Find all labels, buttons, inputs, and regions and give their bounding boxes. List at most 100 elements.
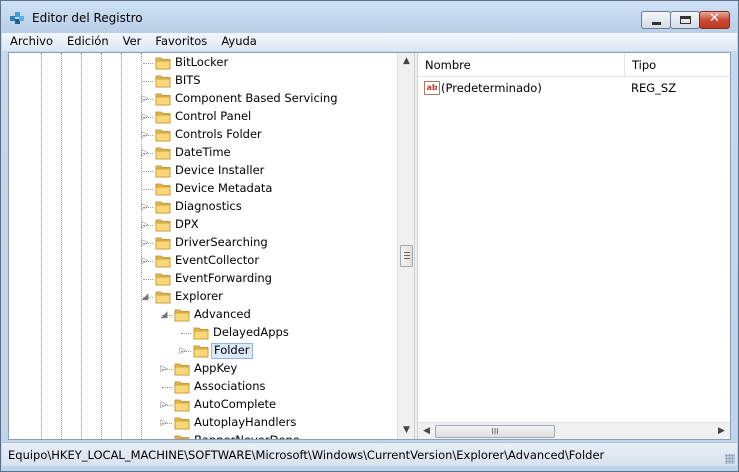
expand-arrow-icon[interactable]: ▷ (178, 345, 188, 357)
folder-icon (155, 163, 171, 178)
tree-item-label: Advanced (194, 307, 251, 321)
tree-item-label: Folder (211, 343, 253, 359)
menu-ver[interactable]: Ver (115, 33, 148, 51)
folder-icon (155, 271, 171, 286)
expand-arrow-icon[interactable]: ▷ (159, 417, 169, 429)
minimize-button[interactable] (641, 11, 671, 29)
tree-item-bitlocker[interactable]: BitLocker (9, 54, 399, 72)
tree-item-label: Diagnostics (175, 199, 242, 213)
tree-item-delayedapps[interactable]: DelayedApps (9, 324, 399, 342)
value-type: REG_SZ (631, 81, 677, 95)
folder-icon (155, 181, 171, 196)
tree-item-label: DPX (175, 217, 199, 231)
tree-item-label: Controls Folder (175, 127, 262, 141)
resize-grip-icon[interactable] (725, 454, 735, 464)
folder-icon (155, 73, 171, 88)
registry-editor-window: Editor del Registro ✕ Archivo Edición Ve… (0, 0, 739, 472)
expand-arrow-icon[interactable]: ▷ (140, 237, 150, 249)
tree-item-explorer[interactable]: ◢ Explorer (9, 288, 399, 306)
tree-item-folder[interactable]: ▷ Folder (9, 342, 399, 360)
maximize-button[interactable] (670, 11, 700, 29)
value-name: (Predeterminado) (441, 81, 542, 95)
expand-arrow-icon[interactable]: ▷ (140, 219, 150, 231)
expand-arrow-icon[interactable]: ▷ (140, 129, 150, 141)
status-path: Equipo\HKEY_LOCAL_MACHINE\SOFTWARE\Micro… (8, 448, 605, 462)
tree-item-diagnostics[interactable]: ▷ Diagnostics (9, 198, 399, 216)
tree-item-label: BitLocker (175, 55, 229, 69)
expand-arrow-icon[interactable]: ▷ (159, 399, 169, 411)
folder-icon (174, 379, 190, 394)
horizontal-scroll-thumb[interactable]: III (435, 425, 555, 438)
collapse-arrow-icon[interactable]: ◢ (140, 291, 150, 303)
tree-item-driversearching[interactable]: ▷ DriverSearching (9, 234, 399, 252)
menu-bar: Archivo Edición Ver Favoritos Ayuda (2, 33, 737, 51)
tree-item-associations[interactable]: Associations (9, 378, 399, 396)
folder-icon (155, 235, 171, 250)
tree-item-controls-folder[interactable]: ▷ Controls Folder (9, 126, 399, 144)
tree-item-component-based-servicing[interactable]: ▷ Component Based Servicing (9, 90, 399, 108)
folder-icon (174, 307, 190, 322)
folder-icon (174, 361, 190, 376)
folder-icon (155, 253, 171, 268)
folder-icon (174, 397, 190, 412)
menu-favoritos[interactable]: Favoritos (147, 33, 213, 51)
expand-arrow-icon[interactable]: ▷ (140, 201, 150, 213)
tree-item-autoplayhandlers[interactable]: ▷ AutoplayHandlers (9, 414, 399, 432)
expand-arrow-icon[interactable]: ▷ (140, 93, 150, 105)
tree-item-label: Component Based Servicing (175, 91, 338, 105)
tree-item-bits[interactable]: BITS (9, 72, 399, 90)
tree-item-label: Explorer (175, 289, 223, 303)
tree-item-label: BITS (175, 73, 201, 87)
scroll-up-icon[interactable]: ▲ (398, 53, 415, 70)
menu-ayuda[interactable]: Ayuda (213, 33, 263, 51)
menu-archivo[interactable]: Archivo (2, 33, 59, 51)
tree-vertical-scrollbar[interactable]: ▲ ▼ (397, 53, 414, 439)
tree-item-datetime[interactable]: ▷ DateTime (9, 144, 399, 162)
registry-key-tree[interactable]: BitLocker BITS ▷ Component Based Servicing ▷… (9, 53, 411, 439)
tree-item-bannerneverdone[interactable]: BannerNeverDone (9, 432, 399, 439)
menu-edicion[interactable]: Edición (59, 33, 115, 51)
folder-icon (155, 289, 171, 304)
folder-icon (155, 217, 171, 232)
folder-icon (155, 91, 171, 106)
expand-arrow-icon[interactable]: ▷ (140, 255, 150, 267)
list-horizontal-scrollbar[interactable]: ◀ III ▶ (418, 422, 730, 439)
expand-arrow-icon[interactable]: ▷ (140, 147, 150, 159)
tree-item-advanced[interactable]: ◢ Advanced (9, 306, 399, 324)
expand-arrow-icon[interactable]: ▷ (140, 111, 150, 123)
regedit-app-icon (10, 12, 24, 24)
column-header-tipo[interactable]: Tipo (625, 53, 656, 77)
tree-item-device-metadata[interactable]: Device Metadata (9, 180, 399, 198)
vertical-scroll-thumb[interactable] (400, 245, 413, 267)
tree-item-label: DriverSearching (175, 235, 268, 249)
folder-icon (174, 433, 190, 439)
tree-item-eventcollector[interactable]: ▷ EventCollector (9, 252, 399, 270)
tree-item-dpx[interactable]: ▷ DPX (9, 216, 399, 234)
collapse-arrow-icon[interactable]: ◢ (159, 309, 169, 321)
scroll-left-icon[interactable]: ◀ (418, 423, 435, 440)
column-header-nombre[interactable]: Nombre (418, 53, 471, 77)
title-bar[interactable]: Editor del Registro ✕ (1, 1, 738, 33)
minimize-icon (652, 22, 661, 25)
folder-icon (193, 343, 209, 358)
list-item[interactable]: ab (Predeterminado) REG_SZ (418, 79, 730, 97)
close-button[interactable]: ✕ (699, 11, 730, 29)
tree-item-control-panel[interactable]: ▷ Control Panel (9, 108, 399, 126)
tree-item-label: BannerNeverDone (192, 433, 302, 439)
tree-item-eventforwarding[interactable]: EventForwarding (9, 270, 399, 288)
values-list[interactable]: Nombre Tipo ab (Predeterminado) REG_SZ ◀… (418, 53, 730, 439)
tree-item-label: Control Panel (175, 109, 252, 123)
expand-arrow-icon[interactable]: ▷ (159, 363, 169, 375)
scroll-down-icon[interactable]: ▼ (398, 422, 415, 439)
folder-icon (155, 145, 171, 160)
tree-item-autocomplete[interactable]: ▷ AutoComplete (9, 396, 399, 414)
scroll-right-icon[interactable]: ▶ (713, 423, 730, 440)
tree-item-device-installer[interactable]: Device Installer (9, 162, 399, 180)
folder-icon (155, 109, 171, 124)
window-controls: ✕ (641, 11, 730, 29)
tree-item-label: EventForwarding (175, 271, 272, 285)
folder-icon (155, 55, 171, 70)
tree-item-appkey[interactable]: ▷ AppKey (9, 360, 399, 378)
status-bar: Equipo\HKEY_LOCAL_MACHINE\SOFTWARE\Micro… (2, 442, 737, 466)
tree-item-label: Device Metadata (175, 181, 273, 195)
